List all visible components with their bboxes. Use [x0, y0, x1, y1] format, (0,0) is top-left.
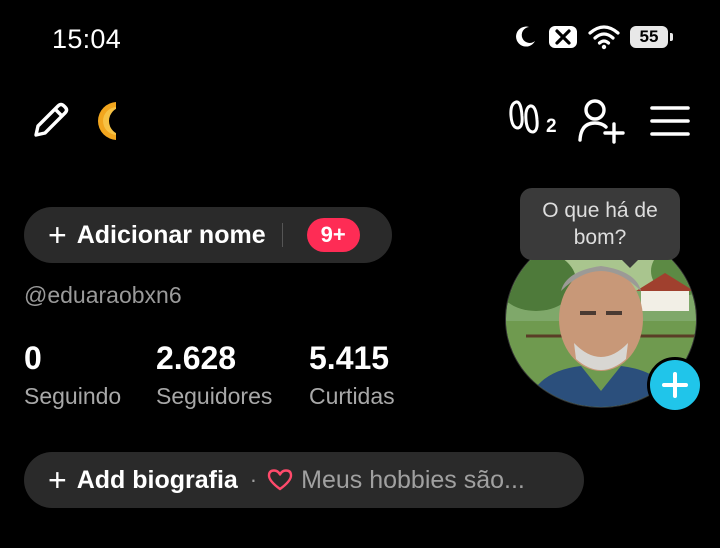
plus-icon: +	[48, 217, 67, 253]
moon-icon	[98, 102, 116, 140]
divider	[281, 223, 283, 247]
following-count: 0	[24, 340, 42, 376]
likes-count: 5.415	[309, 340, 390, 376]
add-bio-button[interactable]: + Add biografia · Meus hobbies são...	[24, 452, 584, 508]
add-user-icon	[578, 99, 625, 144]
bio-hint: Meus hobbies são...	[301, 465, 525, 494]
following-stat[interactable]: 0 Seguindo	[24, 340, 121, 410]
hamburger-menu-icon	[650, 106, 690, 136]
avatar-tooltip[interactable]: O que há de bom?	[520, 188, 680, 260]
status-time: 15:04	[52, 24, 122, 54]
add-story-button[interactable]	[647, 357, 703, 413]
separator-dot: ·	[249, 467, 258, 492]
followers-label: Seguidores	[156, 383, 273, 409]
profile-visitors-button[interactable]: 2	[508, 98, 570, 146]
battery-level: 55	[639, 27, 659, 46]
likes-stat[interactable]: 5.415 Curtidas	[309, 340, 395, 410]
plus-icon	[662, 372, 688, 398]
moon-icon	[516, 26, 535, 47]
mute-notification-icon	[549, 26, 577, 48]
battery-icon: 55	[630, 26, 673, 48]
menu-button[interactable]	[650, 104, 690, 138]
pencil-icon	[34, 102, 69, 137]
followers-count: 2.628	[156, 340, 237, 376]
mood-button[interactable]	[96, 100, 116, 142]
following-label: Seguindo	[24, 383, 122, 409]
wifi-icon	[588, 25, 620, 50]
status-icons: 55	[512, 24, 673, 50]
add-name-button[interactable]: + Adicionar nome 9+	[24, 207, 392, 263]
heart-icon	[267, 469, 293, 491]
tooltip-arrow	[620, 258, 640, 268]
add-friend-button[interactable]	[578, 98, 626, 144]
likes-label: Curtidas	[309, 383, 395, 409]
notification-badge[interactable]: 9+	[306, 218, 360, 252]
edit-button[interactable]	[28, 99, 72, 143]
followers-stat[interactable]: 2.628 Seguidores	[156, 340, 272, 410]
visitors-count: 2	[544, 116, 559, 138]
plus-icon: +	[48, 462, 67, 498]
username: @eduaraobxn6	[24, 282, 182, 308]
add-bio-label: Add biografia	[76, 465, 238, 494]
add-name-label: Adicionar nome	[76, 220, 266, 249]
